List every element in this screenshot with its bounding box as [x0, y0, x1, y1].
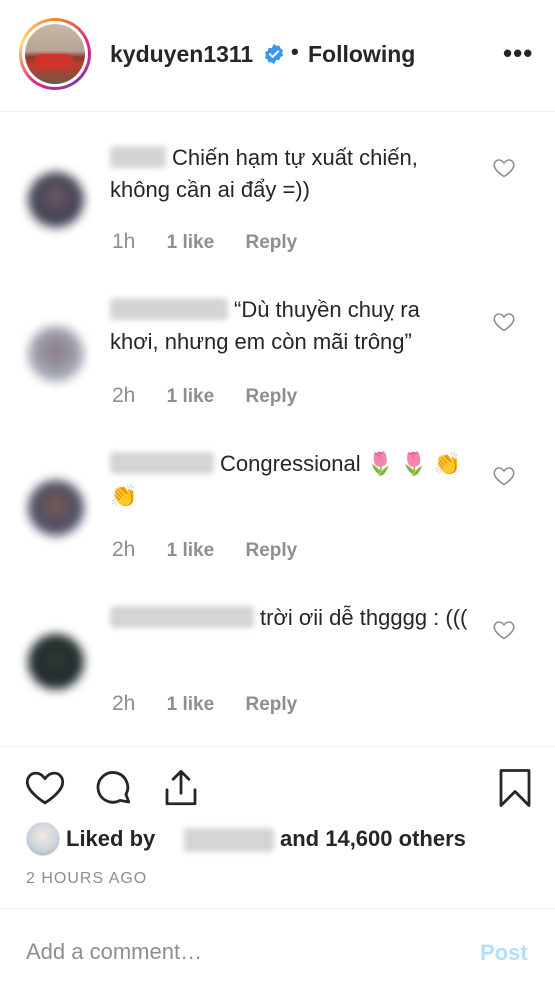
reply-button[interactable]: Reply	[245, 540, 297, 561]
add-comment-bar: Post	[0, 908, 555, 1000]
comment-meta: 2h 1 like Reply	[112, 538, 323, 562]
comment-item: trời ơii dễ thgggg : ((( 2h 1 like Reply	[0, 574, 555, 746]
comment-item: Chiến hạm tự xuất chiến, không cần ai đẩ…	[0, 112, 555, 266]
reply-button[interactable]: Reply	[245, 386, 297, 407]
comment-likes[interactable]: 1 like	[167, 232, 215, 253]
like-heart-icon[interactable]	[24, 767, 66, 809]
comment-meta: 1h 1 like Reply	[112, 230, 323, 254]
comment-text: trời ơii dễ thgggg : (((	[110, 602, 470, 634]
like-comment-icon[interactable]	[492, 156, 516, 180]
share-icon[interactable]	[160, 767, 202, 809]
bookmark-icon[interactable]	[494, 767, 536, 809]
more-options-icon[interactable]: •••	[503, 38, 533, 69]
following-button[interactable]: Following	[308, 41, 415, 68]
likes-summary: Liked by and 14,600 others	[24, 820, 524, 856]
commenter-name-blurred[interactable]	[110, 452, 214, 474]
comment-text: Congressional 🌷 🌷 👏 👏	[110, 451, 462, 508]
commenter-avatar[interactable]	[28, 326, 84, 382]
comment-text: “Dù thuyền chuỵ ra khơi, nhưng em còn mã…	[110, 297, 420, 354]
username[interactable]: kyduyen1311	[110, 41, 253, 68]
commenter-avatar[interactable]	[28, 480, 84, 536]
profile-avatar[interactable]	[19, 18, 91, 90]
commenter-avatar[interactable]	[28, 172, 84, 228]
like-comment-icon[interactable]	[492, 464, 516, 488]
comment-bubble-icon[interactable]	[92, 767, 134, 809]
comment-likes[interactable]: 1 like	[167, 694, 215, 715]
comment-item: “Dù thuyền chuỵ ra khơi, nhưng em còn mã…	[0, 266, 555, 420]
post-button[interactable]: Post	[480, 940, 528, 966]
post-header: kyduyen1311 • Following •••	[0, 0, 555, 112]
like-comment-icon[interactable]	[492, 618, 516, 642]
likes-count[interactable]: and 14,600 others	[280, 826, 466, 852]
reply-button[interactable]: Reply	[245, 232, 297, 253]
comment-time: 1h	[112, 230, 136, 253]
comment-time: 2h	[112, 384, 136, 407]
reply-button[interactable]: Reply	[245, 694, 297, 715]
commenter-name-blurred[interactable]	[110, 606, 254, 628]
liker-avatar[interactable]	[26, 822, 60, 856]
post-timestamp: 2 HOURS AGO	[26, 870, 148, 887]
verified-badge-icon	[265, 43, 283, 65]
commenter-name-blurred[interactable]	[110, 146, 166, 168]
comment-meta: 2h 1 like Reply	[112, 692, 323, 716]
profile-photo	[25, 24, 85, 84]
liker-name-blurred[interactable]	[184, 828, 274, 852]
comment-input[interactable]	[26, 939, 446, 965]
comment-text: Chiến hạm tự xuất chiến, không cần ai đẩ…	[110, 145, 418, 202]
comment-item: Congressional 🌷 🌷 👏 👏 2h 1 like Reply	[0, 420, 555, 574]
separator-dot: •	[291, 39, 299, 64]
comment-meta: 2h 1 like Reply	[112, 384, 323, 408]
comment-likes[interactable]: 1 like	[167, 386, 215, 407]
liked-by-label: Liked by	[66, 826, 156, 851]
commenter-name-blurred[interactable]	[110, 298, 228, 320]
comment-time: 2h	[112, 692, 136, 715]
like-comment-icon[interactable]	[492, 310, 516, 334]
comment-likes[interactable]: 1 like	[167, 540, 215, 561]
commenter-avatar[interactable]	[28, 634, 84, 690]
comment-time: 2h	[112, 538, 136, 561]
